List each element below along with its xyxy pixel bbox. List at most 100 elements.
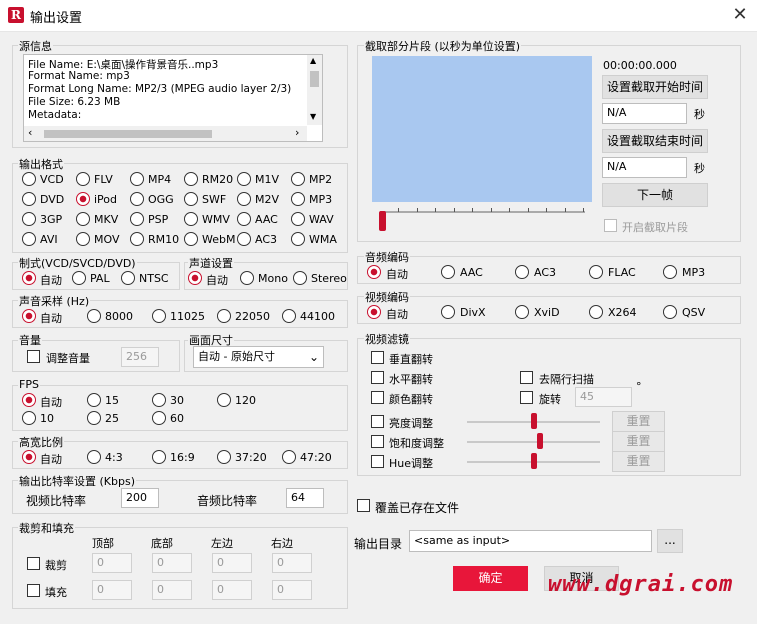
videocodec-radio-x264[interactable] bbox=[589, 305, 603, 319]
overwrite-checkbox[interactable] bbox=[357, 499, 370, 512]
samplerate-radio-auto[interactable] bbox=[22, 309, 36, 323]
format-radio-vcd[interactable] bbox=[22, 172, 36, 186]
crop-bottom-input[interactable]: 0 bbox=[152, 553, 192, 573]
format-radio-psp[interactable] bbox=[130, 212, 144, 226]
aspect-radio-16-9[interactable] bbox=[152, 450, 166, 464]
scroll-down-icon[interactable]: ▼ bbox=[310, 112, 316, 121]
format-radio-mp3[interactable] bbox=[291, 192, 305, 206]
format-radio-mp2[interactable] bbox=[291, 172, 305, 186]
crop-top-input[interactable]: 0 bbox=[92, 553, 132, 573]
set-start-button[interactable]: 设置截取开始时间 bbox=[602, 75, 708, 99]
saturation-slider-track[interactable] bbox=[467, 441, 600, 443]
volume-input[interactable]: 256 bbox=[121, 347, 159, 367]
hue-reset-button[interactable]: 重置 bbox=[612, 451, 665, 472]
channel-mono-radio[interactable] bbox=[240, 271, 254, 285]
hue-checkbox[interactable] bbox=[371, 455, 384, 468]
fps-radio-25[interactable] bbox=[87, 411, 101, 425]
pad-bottom-input[interactable]: 0 bbox=[152, 580, 192, 600]
fps-radio-60[interactable] bbox=[152, 411, 166, 425]
audiocodec-radio-ac3[interactable] bbox=[515, 265, 529, 279]
aspect-radio-auto[interactable] bbox=[22, 450, 36, 464]
channel-stereo-radio[interactable] bbox=[293, 271, 307, 285]
clip-timeline-track[interactable] bbox=[380, 211, 585, 213]
pad-right-input[interactable]: 0 bbox=[272, 580, 312, 600]
format-radio-3gp[interactable] bbox=[22, 212, 36, 226]
format-radio-swf[interactable] bbox=[184, 192, 198, 206]
scroll-left-icon[interactable]: ‹ bbox=[28, 126, 32, 139]
next-frame-button[interactable]: 下一帧 bbox=[602, 183, 708, 207]
close-icon[interactable]: ✕ bbox=[730, 4, 750, 26]
system-pal-radio[interactable] bbox=[72, 271, 86, 285]
format-radio-rm20[interactable] bbox=[184, 172, 198, 186]
end-time-input[interactable]: N/A bbox=[602, 157, 687, 178]
videocodec-radio-divx[interactable] bbox=[441, 305, 455, 319]
format-radio-avi[interactable] bbox=[22, 232, 36, 246]
enable-clip-checkbox[interactable] bbox=[604, 219, 617, 232]
hflip-checkbox[interactable] bbox=[371, 371, 384, 384]
samplerate-radio-22050[interactable] bbox=[217, 309, 231, 323]
vflip-checkbox[interactable] bbox=[371, 351, 384, 364]
saturation-checkbox[interactable] bbox=[371, 435, 384, 448]
brightness-reset-button[interactable]: 重置 bbox=[612, 411, 665, 432]
channel-auto-radio[interactable] bbox=[188, 271, 202, 285]
horizontal-scrollbar[interactable]: ‹ › bbox=[24, 126, 307, 141]
brightness-slider-thumb[interactable] bbox=[531, 413, 537, 429]
rotate-checkbox[interactable] bbox=[520, 391, 533, 404]
adjust-volume-checkbox[interactable] bbox=[27, 350, 40, 363]
format-radio-mov[interactable] bbox=[76, 232, 90, 246]
system-auto-radio[interactable] bbox=[22, 271, 36, 285]
video-bitrate-input[interactable]: 200 bbox=[121, 488, 159, 508]
scroll-thumb[interactable] bbox=[44, 130, 212, 138]
format-radio-m2v[interactable] bbox=[237, 192, 251, 206]
audiocodec-radio-aac[interactable] bbox=[441, 265, 455, 279]
format-radio-wma[interactable] bbox=[291, 232, 305, 246]
aspect-radio-4-3[interactable] bbox=[87, 450, 101, 464]
audio-bitrate-input[interactable]: 64 bbox=[286, 488, 324, 508]
pad-top-input[interactable]: 0 bbox=[92, 580, 132, 600]
format-radio-wmv[interactable] bbox=[184, 212, 198, 226]
videocodec-radio-qsv[interactable] bbox=[663, 305, 677, 319]
audiocodec-radio-mp3[interactable] bbox=[663, 265, 677, 279]
format-radio-mkv[interactable] bbox=[76, 212, 90, 226]
fps-radio-30[interactable] bbox=[152, 393, 166, 407]
format-radio-mp4[interactable] bbox=[130, 172, 144, 186]
scroll-thumb[interactable] bbox=[310, 71, 319, 87]
brightness-checkbox[interactable] bbox=[371, 415, 384, 428]
crop-right-input[interactable]: 0 bbox=[272, 553, 312, 573]
aspect-radio-37-20[interactable] bbox=[217, 450, 231, 464]
source-info-textbox[interactable]: File Name: E:\桌面\操作背景音乐..mp3 Format Name… bbox=[23, 54, 323, 142]
scroll-right-icon[interactable]: › bbox=[295, 126, 299, 139]
fps-radio-120[interactable] bbox=[217, 393, 231, 407]
start-time-input[interactable]: N/A bbox=[602, 103, 687, 124]
format-radio-webm[interactable] bbox=[184, 232, 198, 246]
format-radio-dvd[interactable] bbox=[22, 192, 36, 206]
audiocodec-radio-flac[interactable] bbox=[589, 265, 603, 279]
videocodec-radio-xvid[interactable] bbox=[515, 305, 529, 319]
crop-left-input[interactable]: 0 bbox=[212, 553, 252, 573]
rotate-input[interactable]: 45 bbox=[575, 387, 632, 407]
hue-slider-thumb[interactable] bbox=[531, 453, 537, 469]
format-radio-flv[interactable] bbox=[76, 172, 90, 186]
format-radio-ac3[interactable] bbox=[237, 232, 251, 246]
samplerate-radio-8000[interactable] bbox=[87, 309, 101, 323]
outdir-input[interactable]: <same as input> bbox=[409, 530, 652, 552]
crop-checkbox[interactable] bbox=[27, 557, 40, 570]
pad-left-input[interactable]: 0 bbox=[212, 580, 252, 600]
fps-radio-10[interactable] bbox=[22, 411, 36, 425]
audiocodec-radio-auto[interactable] bbox=[367, 265, 381, 279]
ok-button[interactable]: 确定 bbox=[453, 566, 528, 591]
set-end-button[interactable]: 设置截取结束时间 bbox=[602, 129, 708, 153]
format-radio-wav[interactable] bbox=[291, 212, 305, 226]
color-flip-checkbox[interactable] bbox=[371, 391, 384, 404]
scroll-up-icon[interactable]: ▲ bbox=[310, 56, 316, 65]
samplerate-radio-11025[interactable] bbox=[152, 309, 166, 323]
saturation-reset-button[interactable]: 重置 bbox=[612, 431, 665, 452]
format-radio-ogg[interactable] bbox=[130, 192, 144, 206]
fps-radio-auto[interactable] bbox=[22, 393, 36, 407]
format-radio-aac[interactable] bbox=[237, 212, 251, 226]
framesize-dropdown[interactable]: 自动 - 原始尺寸 ⌄ bbox=[193, 346, 324, 368]
aspect-radio-47-20[interactable] bbox=[282, 450, 296, 464]
system-ntsc-radio[interactable] bbox=[121, 271, 135, 285]
format-radio-ipod[interactable] bbox=[76, 192, 90, 206]
samplerate-radio-44100[interactable] bbox=[282, 309, 296, 323]
